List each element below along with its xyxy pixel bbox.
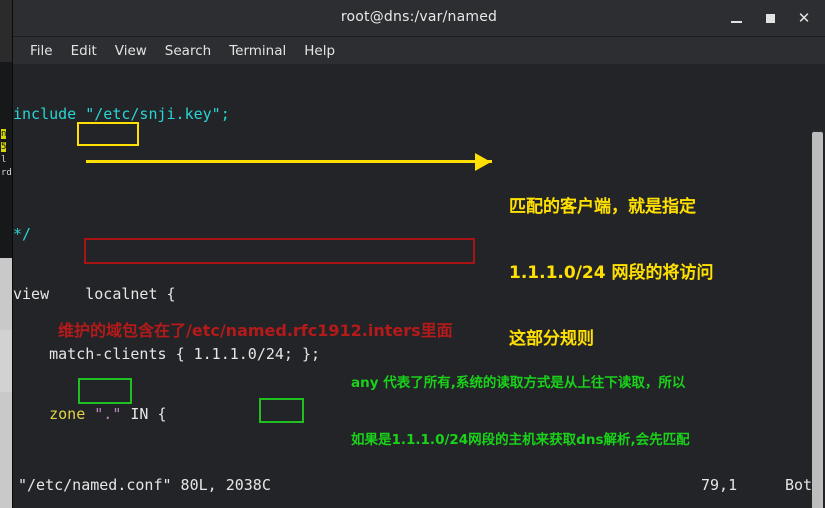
menu-edit[interactable]: Edit bbox=[62, 41, 106, 61]
minimize-button[interactable] bbox=[719, 0, 753, 36]
menu-file[interactable]: File bbox=[21, 41, 62, 61]
status-file-info: "/etc/named.conf" 80L, 2038C bbox=[18, 476, 271, 494]
window-controls: ✕ bbox=[719, 0, 821, 36]
scrollbar-thumb[interactable] bbox=[812, 132, 823, 508]
menu-view[interactable]: View bbox=[106, 41, 156, 61]
maximize-button[interactable] bbox=[753, 0, 787, 36]
token-in-1: IN bbox=[130, 405, 149, 423]
menu-help[interactable]: Help bbox=[295, 41, 344, 61]
bg-fragment-0: n bbox=[1, 129, 7, 139]
terminal-window: root@dns:/var/named ✕ File Edit View Sea… bbox=[13, 0, 825, 508]
token-include: include bbox=[13, 105, 77, 123]
close-icon: ✕ bbox=[797, 8, 811, 27]
annotation-yellow-line-2: 1.1.1.0/24 网段的将访问 bbox=[509, 263, 714, 283]
bg-fragment-3: rd bbox=[1, 168, 12, 178]
token-comment-close: */ bbox=[13, 225, 32, 243]
annotation-yellow-line-1: 匹配的客户端，就是指定 bbox=[509, 197, 696, 217]
status-scroll-indicator: Bot bbox=[785, 476, 813, 494]
maximize-icon bbox=[765, 13, 775, 23]
annotation-green-line-1: any 代表了所有,系统的读取方式是从上往下读取，所以 bbox=[351, 375, 686, 391]
token-view-localnet: view bbox=[13, 285, 50, 303]
status-cursor-position: 79,1 bbox=[701, 476, 738, 494]
highlight-box-any-match bbox=[259, 398, 304, 423]
bg-fragment-1: 5 bbox=[1, 142, 7, 152]
token-zone-1: zone bbox=[49, 405, 86, 423]
menubar: File Edit View Search Terminal Help bbox=[13, 37, 825, 65]
menu-search[interactable]: Search bbox=[156, 41, 220, 61]
underline-match-clients bbox=[86, 160, 492, 163]
menu-terminal[interactable]: Terminal bbox=[220, 41, 295, 61]
window-title: root@dns:/var/named bbox=[340, 9, 498, 25]
minimize-icon bbox=[730, 21, 742, 23]
code-line-1: include "/etc/snji.key"; bbox=[13, 105, 230, 123]
background-window-lower-panel: 装 bbox=[0, 330, 13, 392]
screenshot-root: n 5 l rd 装 root@dns:/var/named ✕ File Ed… bbox=[0, 0, 825, 508]
titlebar[interactable]: root@dns:/var/named ✕ bbox=[13, 0, 825, 37]
token-zone-dot-1: "." bbox=[94, 405, 122, 423]
annotation-green-line-2: 如果是1.1.1.0/24网段的主机来获取dns解析,会先匹配 bbox=[351, 432, 690, 448]
vim-status-line: "/etc/named.conf" 80L, 2038C 79,1 Bot bbox=[13, 464, 825, 508]
highlight-box-include-inters bbox=[84, 238, 475, 264]
arrow-head-icon bbox=[475, 153, 491, 171]
token-snji-key-path: "/etc/snji.key" bbox=[85, 105, 221, 123]
editor-canvas[interactable]: include "/etc/snji.key"; */ view localne… bbox=[13, 64, 825, 508]
bg-fragment-2: l bbox=[1, 155, 7, 165]
close-button[interactable]: ✕ bbox=[787, 0, 821, 36]
highlight-box-localnet bbox=[77, 122, 139, 146]
token-brace-zone-1: { bbox=[157, 405, 167, 423]
